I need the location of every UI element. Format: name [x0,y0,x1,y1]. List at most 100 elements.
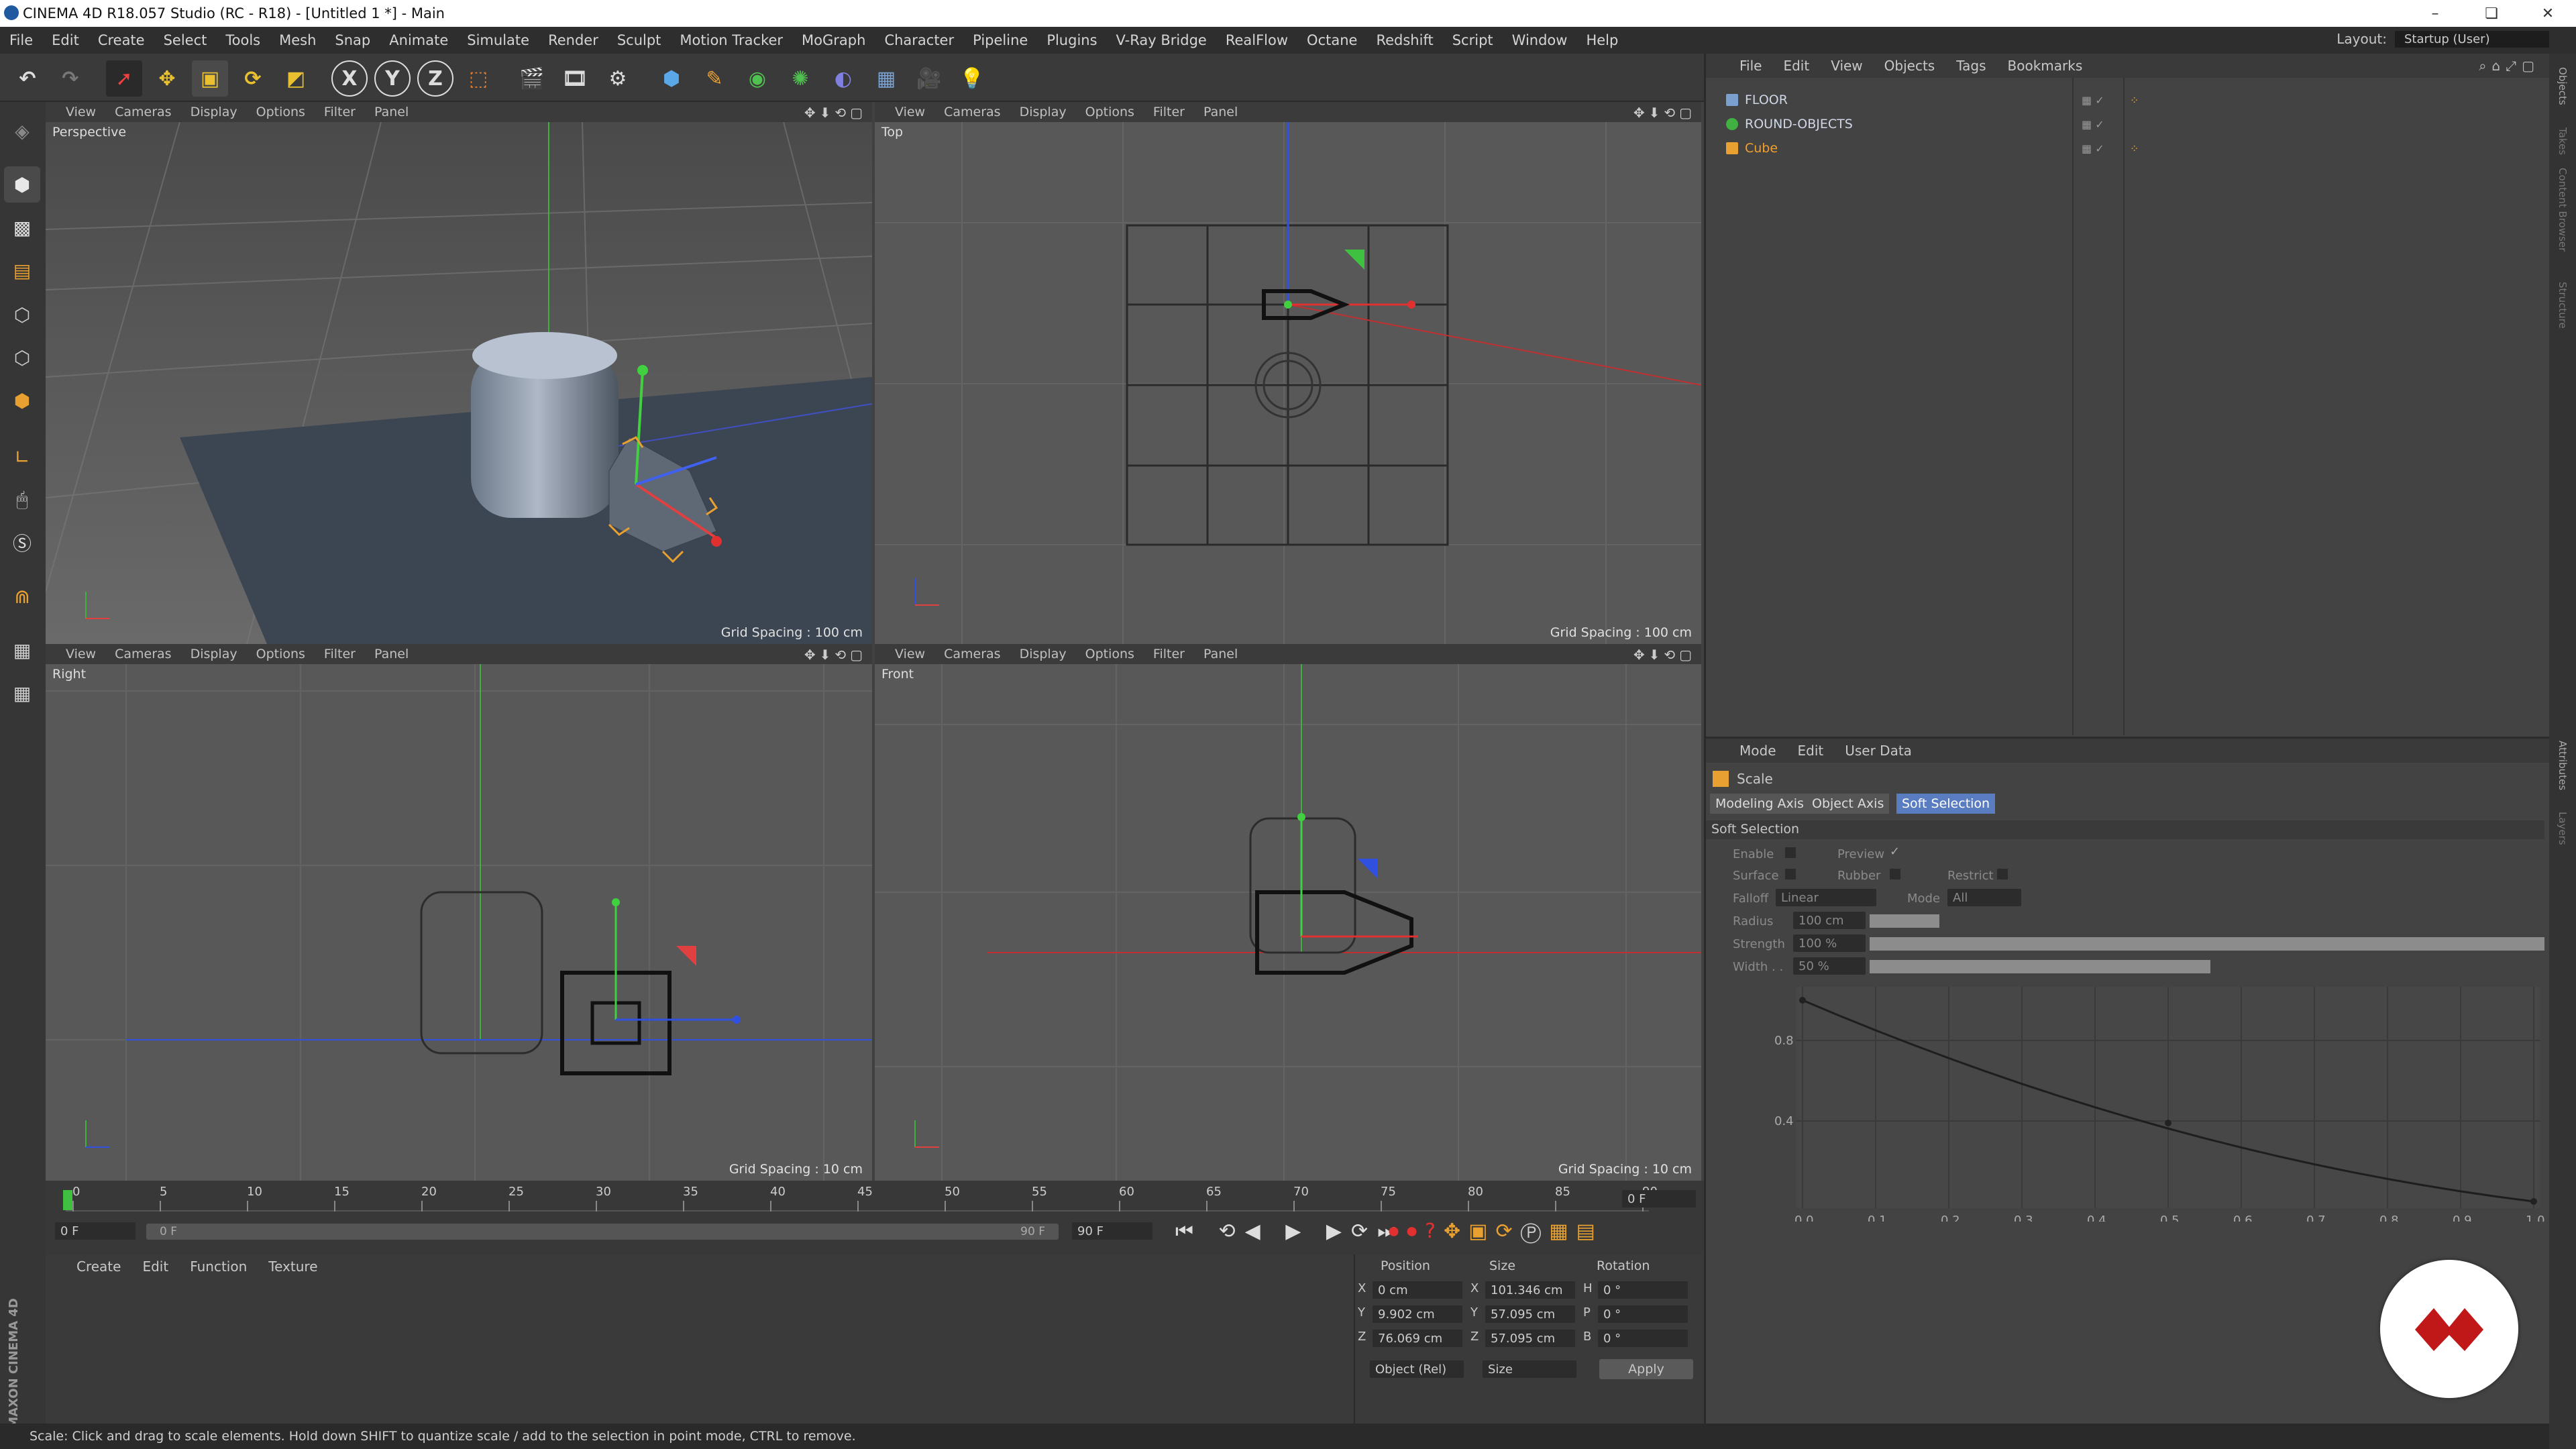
viewport-menu-view[interactable]: View [895,105,925,119]
material-menu-create[interactable]: Create [76,1258,121,1275]
redo-icon[interactable]: ↷ [52,60,89,97]
side-tab-objects[interactable]: Objects [2555,67,2571,105]
key-scale-icon[interactable]: ▣ [1468,1220,1495,1243]
viewport-front[interactable]: View Cameras Display Options Filter Panel ✥⬇⟲… [875,644,1701,1181]
x-axis-lock[interactable]: X [331,60,368,97]
workplane-lock-icon[interactable]: ▦ [4,632,40,668]
key-param-icon[interactable]: Ⓟ [1521,1220,1550,1243]
viewport-menu-options[interactable]: Options [1085,647,1134,661]
curve-knot[interactable] [1799,997,1806,1004]
menu-file[interactable]: File [0,32,42,48]
viewport-nav-icons[interactable]: ✥⬇⟲▢ [804,647,867,663]
width-slider[interactable] [1870,960,2210,973]
strength-field[interactable]: 100 % [1793,934,1866,952]
object-name[interactable]: FLOOR [1745,93,1788,107]
tab-soft-selection[interactable]: Soft Selection [1896,794,1996,814]
viewport-menu-panel[interactable]: Panel [1203,105,1238,119]
z-axis-lock[interactable]: Z [417,60,453,97]
object-row[interactable]: FLOOR ▦ ✓ ⁘ [1706,89,2511,111]
autokey-icon[interactable]: ⏺ [1407,1220,1425,1243]
preview-range-slider[interactable]: 0 F 90 F [146,1224,1059,1240]
viewport-menu-options[interactable]: Options [256,105,305,119]
viewport-perspective[interactable]: View Cameras Display Options Filter Panel ✥⬇⟲… [46,102,872,644]
right-scene[interactable] [46,664,872,1181]
apply-button[interactable]: Apply [1599,1359,1693,1379]
attribute-menu-user-data[interactable]: User Data [1845,743,1912,759]
size-mode-dropdown[interactable]: Size [1483,1360,1576,1378]
current-frame-field[interactable]: 0 F [1622,1190,1696,1208]
object-menu-tags[interactable]: Tags [1956,58,1986,74]
side-tab-layers[interactable]: Layers [2555,812,2571,845]
y-axis-lock[interactable]: Y [374,60,411,97]
surface-checkbox[interactable] [1785,869,1796,879]
viewport-right[interactable]: View Cameras Display Options Filter Panel ✥⬇⟲… [46,644,872,1181]
viewport-menu-cameras[interactable]: Cameras [944,647,1000,661]
rotation-field[interactable]: 0 ° [1598,1305,1688,1323]
falloff-dropdown[interactable]: Linear [1776,889,1876,906]
attribute-menu-mode[interactable]: Mode [1739,743,1776,759]
keyframe-controls[interactable]: ⏺⏺?✥▣⟳Ⓟ▦▤ [1389,1220,1603,1243]
key-pla-icon[interactable]: ▦ [1549,1220,1576,1243]
radius-field[interactable]: 100 cm [1793,912,1866,929]
menu-snap[interactable]: Snap [325,32,380,48]
viewport-nav-icons[interactable]: ✥⬇⟲▢ [804,105,867,121]
menu-pipeline[interactable]: Pipeline [963,32,1037,48]
menu-simulate[interactable]: Simulate [458,32,539,48]
viewport-nav-icons[interactable]: ✥⬇⟲▢ [1633,647,1696,663]
scale-icon[interactable]: ▣ [192,60,228,97]
end-frame-field[interactable]: 90 F [1072,1222,1152,1240]
floor-icon[interactable]: ▦ [868,60,904,97]
viewport-menu-panel[interactable]: Panel [1203,647,1238,661]
deformer-icon[interactable]: ◐ [825,60,861,97]
viewport-nav-icons[interactable]: ✥⬇⟲▢ [1633,105,1696,121]
viewport-menu-display[interactable]: Display [1020,105,1067,119]
tag-icon[interactable]: ⁘ [2130,142,2139,155]
menu-tools[interactable]: Tools [216,32,270,48]
side-tab-content-browser[interactable]: Content Browser [2555,168,2571,252]
rotation-field[interactable]: 0 ° [1598,1281,1688,1299]
position-field[interactable]: 9.902 cm [1373,1305,1462,1323]
side-tab-takes[interactable]: Takes [2555,127,2571,155]
curve-knot[interactable] [2165,1120,2171,1126]
record-icon[interactable]: ⏺ [1389,1220,1407,1243]
viewport-menu-options[interactable]: Options [1085,105,1134,119]
menu-redshift[interactable]: Redshift [1366,32,1442,48]
playhead[interactable] [63,1190,72,1210]
object-menu-view[interactable]: View [1831,58,1862,74]
camera-icon[interactable]: 🎥 [911,60,947,97]
rotate-icon[interactable]: ⟳ [235,60,271,97]
viewport-menu-view[interactable]: View [895,647,925,661]
snap-icon[interactable]: Ⓢ [4,525,40,561]
edges-mode-icon[interactable]: ⬡ [4,339,40,376]
magnet-icon[interactable]: ⋒ [4,578,40,614]
viewport-menu-cameras[interactable]: Cameras [115,647,171,661]
object-menu-file[interactable]: File [1739,58,1762,74]
viewport-menu-options[interactable]: Options [256,647,305,661]
size-field[interactable]: 101.346 cm [1485,1281,1575,1299]
menu-mesh[interactable]: Mesh [270,32,325,48]
undo-icon[interactable]: ↶ [9,60,46,97]
attribute-menu-edit[interactable]: Edit [1798,743,1824,759]
layout-dropdown[interactable]: Startup (User) [2395,30,2549,48]
render-view-icon[interactable]: 🎬 [514,60,550,97]
front-scene[interactable] [875,664,1701,1181]
width-field[interactable]: 50 % [1793,957,1866,975]
viewport-menu-filter[interactable]: Filter [324,647,356,661]
viewport-top[interactable]: View Cameras Display Options Filter Panel ✥⬇⟲… [875,102,1701,644]
menu-motion-tracker[interactable]: Motion Tracker [670,32,792,48]
viewport-menu-filter[interactable]: Filter [1153,105,1185,119]
key-rotation-icon[interactable]: ⟳ [1495,1220,1520,1243]
strength-slider[interactable] [1870,937,2544,951]
playback-controls[interactable]: ⏮ ⟲◀ ▶ ▶⟳⏭ [1175,1220,1405,1243]
menu-sculpt[interactable]: Sculpt [608,32,671,48]
mode-dropdown[interactable]: All [1947,889,2021,906]
visibility-icon[interactable]: ▦ ✓ [2082,94,2104,107]
axis-mode-icon[interactable]: ∟ [4,439,40,475]
viewport-menu-cameras[interactable]: Cameras [944,105,1000,119]
array-icon[interactable]: ✺ [782,60,818,97]
preview-checkbox[interactable]: ✓ [1890,845,1900,859]
visibility-icon[interactable]: ▦ ✓ [2082,118,2104,131]
rubber-checkbox[interactable] [1890,869,1900,879]
coordinate-system-icon[interactable]: ⬚ [460,60,496,97]
move-icon[interactable]: ✥ [149,60,185,97]
